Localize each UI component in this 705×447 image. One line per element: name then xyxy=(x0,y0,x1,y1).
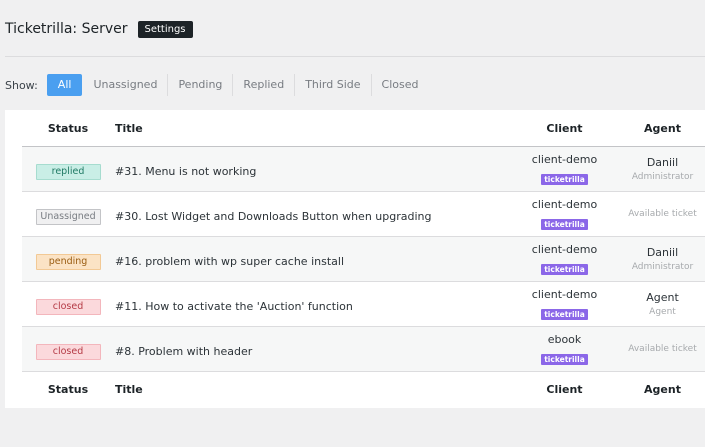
client-tag: ticketrilla xyxy=(541,173,588,185)
column-footer-title[interactable]: Title xyxy=(114,383,509,396)
status-badge: replied xyxy=(35,163,101,180)
filter-third-side[interactable]: Third Side xyxy=(295,74,372,96)
show-label: Show: xyxy=(5,78,38,92)
agent-name: Agent xyxy=(646,290,679,304)
filter-unassigned[interactable]: Unassigned xyxy=(83,74,169,96)
table-footer-row: Status Title Client Agent xyxy=(22,372,705,407)
agent-role: Administrator xyxy=(631,261,694,272)
client-tag: ticketrilla xyxy=(541,308,588,320)
column-footer-status[interactable]: Status xyxy=(22,383,114,396)
status-badge: pending xyxy=(35,253,101,270)
ticket-title-link[interactable]: #8. Problem with header xyxy=(115,345,252,358)
column-footer-agent[interactable]: Agent xyxy=(620,383,705,396)
filter-closed[interactable]: Closed xyxy=(372,74,429,96)
table-row[interactable]: closed #11. How to activate the 'Auction… xyxy=(22,282,705,327)
ticket-title-link[interactable]: #11. How to activate the 'Auction' funct… xyxy=(115,300,353,313)
agent-name: Daniil xyxy=(646,155,679,169)
agent-name: Daniil xyxy=(646,245,679,259)
client-tag: ticketrilla xyxy=(541,353,588,365)
table-row[interactable]: closed #8. Problem with header ebook tic… xyxy=(22,327,705,372)
column-header-agent[interactable]: Agent xyxy=(620,122,705,135)
client-tag: ticketrilla xyxy=(541,218,588,230)
client-name: client-demo xyxy=(531,197,598,211)
agent-role: Administrator xyxy=(631,171,694,182)
header-divider xyxy=(5,56,705,57)
status-badge: closed xyxy=(35,343,101,360)
table-header-row: Status Title Client Agent xyxy=(22,110,705,147)
status-badge: closed xyxy=(35,298,101,315)
column-header-title[interactable]: Title xyxy=(114,122,509,135)
client-name: client-demo xyxy=(531,242,598,256)
status-filter-bar: Show: All Unassigned Pending Replied Thi… xyxy=(5,74,428,96)
client-name: client-demo xyxy=(531,287,598,301)
client-name: client-demo xyxy=(531,152,598,166)
page-title: Ticketrilla: Server xyxy=(5,21,128,37)
ticket-title-link[interactable]: #31. Menu is not working xyxy=(115,165,256,178)
ticket-title-link[interactable]: #30. Lost Widget and Downloads Button wh… xyxy=(115,210,431,223)
column-footer-client[interactable]: Client xyxy=(509,383,620,396)
agent-available-text: Available ticket xyxy=(628,344,697,354)
client-tag: ticketrilla xyxy=(541,263,588,275)
column-header-status[interactable]: Status xyxy=(22,122,114,135)
table-row[interactable]: pending #16. problem with wp super cache… xyxy=(22,237,705,282)
client-name: ebook xyxy=(547,332,582,346)
table-row[interactable]: Unassigned #30. Lost Widget and Download… xyxy=(22,192,705,237)
ticket-title-link[interactable]: #16. problem with wp super cache install xyxy=(115,255,344,268)
status-badge: Unassigned xyxy=(35,208,101,225)
filter-pending[interactable]: Pending xyxy=(168,74,234,96)
table-row[interactable]: replied #31. Menu is not working client-… xyxy=(22,147,705,192)
filter-replied[interactable]: Replied xyxy=(233,74,296,96)
settings-button[interactable]: Settings xyxy=(137,20,193,38)
agent-role: Agent xyxy=(649,306,676,317)
page-header: Ticketrilla: Server Settings xyxy=(5,19,193,39)
agent-available-text: Available ticket xyxy=(628,209,697,219)
filter-all[interactable]: All xyxy=(46,74,83,96)
tickets-table: Status Title Client Agent replied #31. M… xyxy=(22,110,705,407)
column-header-client[interactable]: Client xyxy=(509,122,620,135)
tickets-card: Status Title Client Agent replied #31. M… xyxy=(5,110,705,408)
